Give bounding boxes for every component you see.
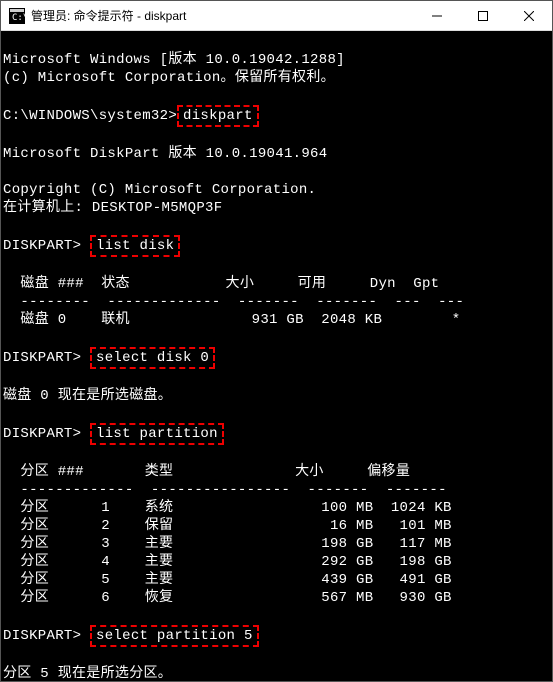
text-line: Microsoft Windows [版本 10.0.19042.1288]	[3, 52, 345, 68]
text-line: 磁盘 0 现在是所选磁盘。	[3, 388, 172, 404]
prompt: DISKPART>	[3, 350, 81, 366]
disk-header: 磁盘 ### 状态 大小 可用 Dyn Gpt	[3, 276, 439, 292]
prompt: DISKPART>	[3, 628, 81, 644]
text-line: Microsoft DiskPart 版本 10.0.19041.964	[3, 146, 327, 162]
cmd-list-disk: list disk	[90, 235, 180, 257]
disk-row: 磁盘 0 联机 931 GB 2048 KB *	[3, 312, 460, 328]
cmd-list-partition: list partition	[90, 423, 224, 445]
close-button[interactable]	[506, 1, 552, 30]
partition-row: 分区 6 恢复 567 MB 930 GB	[3, 590, 452, 606]
text-line: Copyright (C) Microsoft Corporation.	[3, 182, 316, 198]
partition-header: 分区 ### 类型 大小 偏移量	[3, 464, 410, 480]
prompt: DISKPART>	[3, 238, 81, 254]
partition-row: 分区 3 主要 198 GB 117 MB	[3, 536, 452, 552]
minimize-button[interactable]	[414, 1, 460, 30]
partition-row: 分区 5 主要 439 GB 491 GB	[3, 572, 452, 588]
terminal-output[interactable]: Microsoft Windows [版本 10.0.19042.1288] (…	[1, 31, 552, 681]
partition-row: 分区 2 保留 16 MB 101 MB	[3, 518, 452, 534]
maximize-button[interactable]	[460, 1, 506, 30]
cmd-diskpart: diskpart	[177, 105, 259, 127]
text-line: 分区 5 现在是所选分区。	[3, 666, 172, 681]
svg-text:C:\: C:\	[12, 13, 25, 23]
partition-row: 分区 1 系统 100 MB 1024 KB	[3, 500, 452, 516]
app-window: C:\ 管理员: 命令提示符 - diskpart Microsoft Wind…	[0, 0, 553, 682]
window-title: 管理员: 命令提示符 - diskpart	[31, 7, 414, 24]
text-line: 在计算机上: DESKTOP-M5MQP3F	[3, 200, 222, 216]
titlebar[interactable]: C:\ 管理员: 命令提示符 - diskpart	[1, 1, 552, 31]
partition-divider: ------------- ---------------- ------- -…	[3, 482, 447, 498]
prompt: DISKPART>	[3, 426, 81, 442]
partition-row: 分区 4 主要 292 GB 198 GB	[3, 554, 452, 570]
cmd-icon: C:\	[9, 8, 25, 24]
cmd-select-disk: select disk 0	[90, 347, 215, 369]
prompt: C:\WINDOWS\system32>	[3, 108, 177, 124]
cmd-select-partition: select partition 5	[90, 625, 259, 647]
window-controls	[414, 1, 552, 30]
disk-divider: -------- ------------- ------- ------- -…	[3, 294, 464, 310]
text-line: (c) Microsoft Corporation。保留所有权利。	[3, 70, 335, 86]
